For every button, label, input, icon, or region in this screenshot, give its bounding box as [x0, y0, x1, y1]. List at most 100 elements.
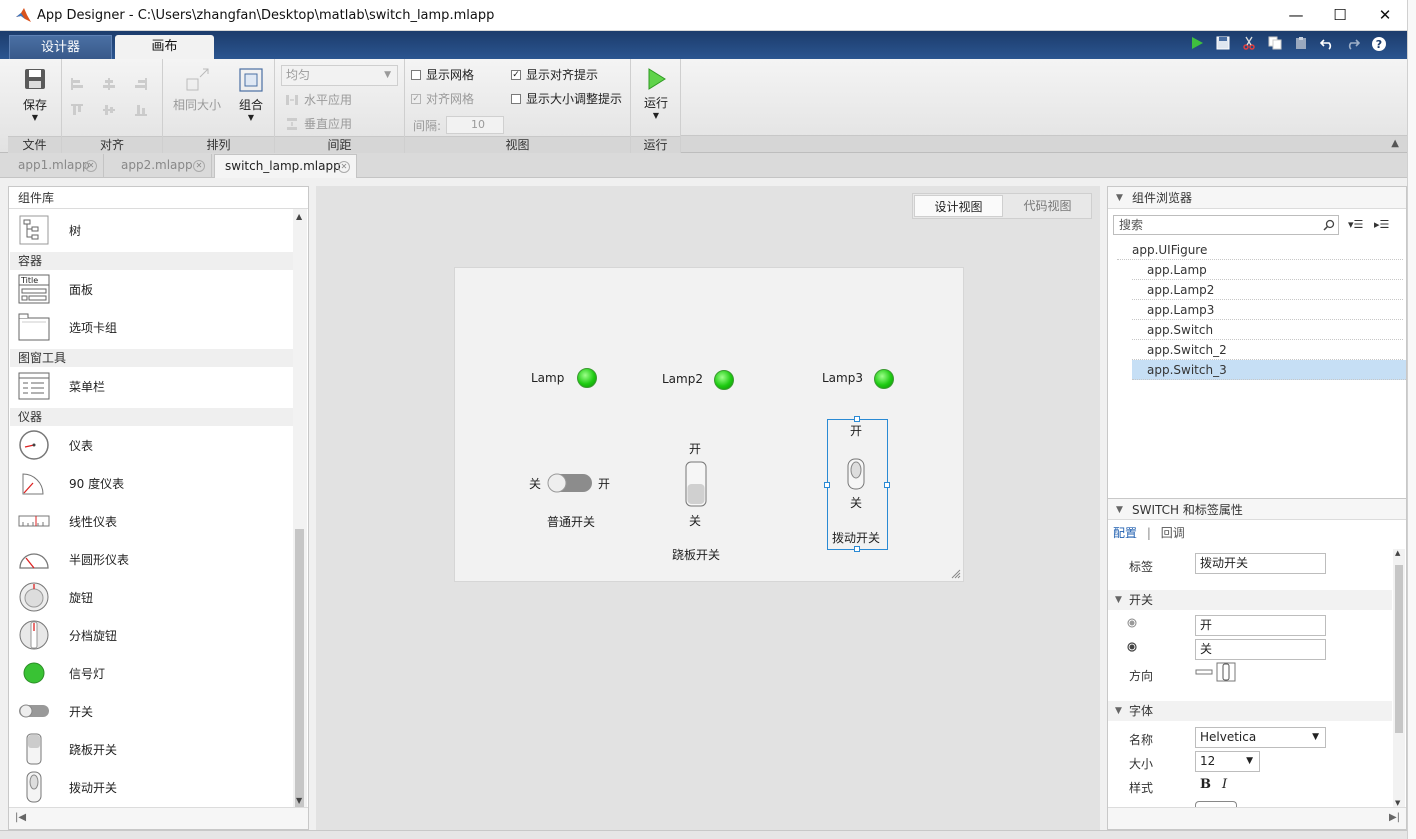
- lamp3[interactable]: [874, 369, 894, 389]
- library-item-rocker-switch[interactable]: 跷板开关: [17, 730, 297, 768]
- lamp1[interactable]: [577, 368, 597, 388]
- library-item-switch[interactable]: 开关: [17, 692, 297, 730]
- file-tab-app1[interactable]: app1.mlapp ✕: [8, 154, 104, 178]
- library-item-knob[interactable]: 旋钮: [17, 578, 297, 616]
- run-button[interactable]: 运行 ▼: [636, 67, 676, 120]
- save-quick-icon[interactable]: [1212, 36, 1234, 54]
- radio-item1[interactable]: [1127, 618, 1137, 628]
- tree-item-lamp2[interactable]: app.Lamp2: [1132, 280, 1403, 300]
- switch3-on-label[interactable]: 开: [850, 422, 862, 439]
- library-item-gauge90[interactable]: 90 度仪表: [17, 464, 297, 502]
- maximize-button[interactable]: ☐: [1317, 0, 1363, 31]
- cut-quick-icon[interactable]: [1238, 36, 1260, 54]
- tab-canvas[interactable]: 画布: [115, 35, 214, 59]
- same-size-button[interactable]: 相同大小: [169, 67, 225, 113]
- scroll-up-icon[interactable]: ▲: [296, 212, 302, 221]
- show-resize-hints-checkbox[interactable]: 显示大小调整提示: [511, 90, 622, 107]
- lamp2-label[interactable]: Lamp2: [662, 372, 703, 386]
- distribute-dropdown[interactable]: 均匀 ▼: [281, 65, 398, 86]
- inspector-scroll-thumb[interactable]: [1395, 565, 1403, 733]
- lamp1-label[interactable]: Lamp: [531, 371, 564, 385]
- library-item-toggle-switch[interactable]: 拨动开关: [17, 768, 297, 806]
- align-middle-icon[interactable]: [102, 103, 116, 117]
- library-item-semicircular-gauge[interactable]: 半圆形仪表: [17, 540, 297, 578]
- copy-quick-icon[interactable]: [1264, 36, 1286, 54]
- close-tab-icon[interactable]: ✕: [193, 160, 205, 172]
- library-item-menubar[interactable]: 菜单栏: [17, 367, 297, 405]
- switch3[interactable]: [847, 458, 865, 490]
- item1-text-field[interactable]: 开: [1195, 615, 1326, 636]
- library-item-panel[interactable]: Title 面板: [17, 270, 297, 308]
- orientation-horizontal-icon[interactable]: [1195, 668, 1213, 676]
- align-right-icon[interactable]: [134, 77, 148, 91]
- tree-item-switch-2[interactable]: app.Switch_2: [1132, 340, 1403, 360]
- expand-all-icon[interactable]: ▾☰: [1348, 218, 1363, 231]
- inspector-header[interactable]: ▼ SWITCH 和标签属性: [1108, 498, 1406, 520]
- tree-item-switch[interactable]: app.Switch: [1132, 320, 1403, 340]
- file-tab-switch-lamp[interactable]: switch_lamp.mlapp ✕: [214, 154, 357, 178]
- redo-quick-icon[interactable]: [1342, 36, 1364, 54]
- switch1[interactable]: [547, 473, 593, 493]
- library-item-lamp[interactable]: 信号灯: [17, 654, 297, 692]
- align-center-icon[interactable]: [102, 77, 116, 91]
- radio-item2[interactable]: [1127, 642, 1137, 652]
- align-top-icon[interactable]: [70, 103, 84, 117]
- save-button[interactable]: 保存 ▼: [16, 67, 54, 122]
- paste-quick-icon[interactable]: [1290, 36, 1312, 54]
- library-scroll-thumb[interactable]: [295, 529, 304, 811]
- collapse-ribbon-icon[interactable]: ▲: [1391, 138, 1399, 149]
- resize-handle-right[interactable]: [884, 482, 890, 488]
- code-view-button[interactable]: 代码视图: [1004, 194, 1091, 218]
- section-font[interactable]: ▼ 字体: [1108, 701, 1392, 721]
- minimize-button[interactable]: —: [1273, 0, 1319, 31]
- bold-button[interactable]: B: [1200, 777, 1211, 792]
- close-tab-icon[interactable]: ✕: [85, 160, 97, 172]
- library-item-discrete-knob[interactable]: 分档旋钮: [17, 616, 297, 654]
- inspector-hscrollbar[interactable]: ▶|: [1108, 807, 1406, 829]
- lamp2[interactable]: [714, 370, 734, 390]
- ui-figure[interactable]: Lamp Lamp2 Lamp3 关 开 普通开关 开 关 跷板开关 开 关 拨…: [454, 267, 964, 582]
- run-quick-icon[interactable]: [1186, 36, 1208, 54]
- scroll-up-icon[interactable]: ▲: [1395, 549, 1400, 557]
- resize-handle-bottom[interactable]: [854, 546, 860, 552]
- show-align-hints-checkbox[interactable]: ✓ 显示对齐提示: [511, 66, 598, 83]
- library-item-tree[interactable]: 树: [17, 211, 297, 249]
- library-hscrollbar[interactable]: |◀: [9, 807, 308, 829]
- align-left-icon[interactable]: [70, 77, 84, 91]
- switch2[interactable]: [685, 461, 707, 507]
- switch1-off-label[interactable]: 关: [529, 475, 541, 492]
- switch3-label[interactable]: 拨动开关: [832, 529, 880, 546]
- switch1-label[interactable]: 普通开关: [547, 513, 595, 530]
- undo-quick-icon[interactable]: [1316, 36, 1338, 54]
- scroll-left-icon[interactable]: |◀: [15, 812, 26, 823]
- lamp3-label[interactable]: Lamp3: [822, 371, 863, 385]
- align-bottom-icon[interactable]: [134, 103, 148, 117]
- switch3-off-label[interactable]: 关: [850, 494, 862, 511]
- scroll-down-icon[interactable]: ▼: [1395, 799, 1400, 807]
- tree-item-lamp3[interactable]: app.Lamp3: [1132, 300, 1403, 320]
- vertical-apply-button[interactable]: 垂直应用: [285, 115, 352, 132]
- tab-config[interactable]: 配置: [1113, 526, 1137, 540]
- snap-grid-checkbox[interactable]: ✓ 对齐网格: [411, 90, 474, 107]
- font-size-dropdown[interactable]: 12 ▼: [1195, 751, 1260, 772]
- switch2-off-label[interactable]: 关: [689, 512, 701, 529]
- inspector-scrollbar[interactable]: ▲ ▼: [1393, 549, 1405, 807]
- tab-designer[interactable]: 设计器: [9, 35, 112, 59]
- scroll-right-icon[interactable]: ▶|: [1389, 812, 1400, 823]
- label-text-field[interactable]: 拨动开关: [1195, 553, 1326, 574]
- design-view-button[interactable]: 设计视图: [914, 195, 1003, 217]
- scroll-down-icon[interactable]: ▼: [296, 796, 302, 805]
- font-name-dropdown[interactable]: Helvetica ▼: [1195, 727, 1326, 748]
- section-switch[interactable]: ▼ 开关: [1108, 590, 1392, 610]
- tree-item-switch-3[interactable]: app.Switch_3: [1132, 360, 1406, 380]
- browser-search-input[interactable]: 搜索: [1113, 215, 1339, 235]
- resize-grip-icon[interactable]: [949, 567, 961, 579]
- italic-button[interactable]: I: [1222, 777, 1227, 792]
- switch2-on-label[interactable]: 开: [689, 440, 701, 457]
- tree-item-uifigure[interactable]: app.UIFigure: [1117, 240, 1403, 260]
- group-button[interactable]: 组合 ▼: [233, 67, 269, 122]
- orientation-vertical-icon[interactable]: [1216, 662, 1236, 682]
- close-button[interactable]: ✕: [1362, 0, 1408, 31]
- help-quick-icon[interactable]: ?: [1368, 36, 1390, 54]
- item2-text-field[interactable]: 关: [1195, 639, 1326, 660]
